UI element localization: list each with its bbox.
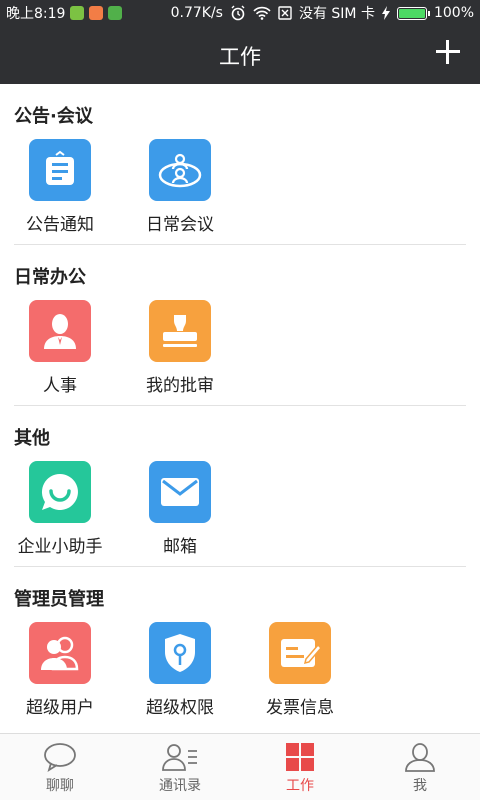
tile-icon-box [269, 622, 331, 684]
mail-icon [161, 478, 199, 506]
tile-my-approvals[interactable]: 我的批审 [120, 300, 240, 396]
invoice-icon [281, 639, 322, 667]
workbench-content: 公告·会议 公告通知 日常会议 日常办公 人事 我的批审 其他 企业小助手 邮箱… [0, 84, 480, 728]
tile-meeting[interactable]: 日常会议 [120, 139, 240, 235]
tile-label: 企业小助手 [17, 537, 103, 557]
section-title: 日常办公 [14, 267, 86, 288]
title-bar: 工作 [0, 26, 480, 84]
tab-label: 通讯录 [159, 778, 201, 794]
person-icon [44, 314, 76, 349]
tile-icon-box [29, 461, 91, 523]
notice-board-icon [46, 150, 74, 185]
tab-me[interactable]: 我 [360, 734, 480, 800]
network-speed: 0.77K/s [170, 5, 223, 21]
tile-label: 公告通知 [26, 215, 94, 235]
tile-label: 超级用户 [26, 698, 94, 718]
tile-invoice-info[interactable]: 发票信息 [240, 622, 360, 718]
tile-icon-box [29, 300, 91, 362]
bottom-nav: 聊聊 通讯录 工作 我 [0, 733, 480, 800]
status-time: 晚上8:19 [6, 6, 66, 22]
section-title: 其他 [14, 428, 50, 449]
notification-app-icon [89, 6, 104, 20]
section-title: 公告·会议 [14, 106, 93, 127]
tile-label: 人事 [43, 376, 77, 396]
contacts-icon [162, 744, 197, 771]
shield-key-icon [165, 634, 195, 672]
no-sim-text: 没有 SIM 卡 [298, 6, 375, 22]
tile-mailbox[interactable]: 邮箱 [120, 461, 240, 557]
meeting-icon [158, 153, 202, 188]
tab-work[interactable]: 工作 [240, 734, 360, 800]
section-announcements-meetings: 公告·会议 公告通知 日常会议 [0, 84, 480, 245]
super-users-icon [41, 636, 79, 671]
tile-icon-box [149, 461, 211, 523]
tile-icon-box [149, 300, 211, 362]
tile-assistant[interactable]: 企业小助手 [0, 461, 120, 557]
notification-app-icon [108, 6, 123, 20]
alarm-icon [231, 5, 245, 21]
tab-chat[interactable]: 聊聊 [0, 734, 120, 800]
tile-notice[interactable]: 公告通知 [0, 139, 120, 235]
section-daily-office: 日常办公 人事 我的批审 [0, 245, 480, 406]
page-title: 工作 [219, 45, 261, 69]
plus-icon[interactable] [434, 38, 462, 66]
stamp-icon [163, 315, 197, 347]
tab-label: 工作 [286, 778, 314, 794]
tile-icon-box [149, 622, 211, 684]
tile-personnel[interactable]: 人事 [0, 300, 120, 396]
grid-icon [286, 743, 314, 771]
no-sim-icon [278, 6, 292, 20]
battery-percent: 100% [433, 5, 474, 21]
tile-label: 我的批审 [146, 376, 214, 396]
tile-icon-box [29, 139, 91, 201]
notification-app-icon [70, 6, 85, 20]
status-bar: 晚上8:19 0.77K/s 没有 SIM 卡 100% [0, 0, 480, 26]
tile-label: 邮箱 [163, 537, 197, 557]
tile-super-permissions[interactable]: 超级权限 [120, 622, 240, 718]
charging-icon [381, 6, 390, 20]
section-title: 管理员管理 [14, 589, 104, 610]
tile-icon-box [149, 139, 211, 201]
tile-label: 日常会议 [146, 215, 214, 235]
tile-icon-box [29, 622, 91, 684]
tile-super-users[interactable]: 超级用户 [0, 622, 120, 718]
section-other: 其他 企业小助手 邮箱 [0, 406, 480, 567]
assistant-chat-icon [41, 473, 78, 510]
section-admin: 管理员管理 超级用户 超级权限 发票信息 [0, 567, 480, 728]
tab-contacts[interactable]: 通讯录 [120, 734, 240, 800]
tab-label: 聊聊 [46, 778, 74, 794]
battery-icon [396, 6, 430, 20]
tile-label: 发票信息 [266, 698, 334, 718]
wifi-icon [253, 6, 271, 20]
tile-label: 超级权限 [146, 698, 214, 718]
user-icon [405, 743, 435, 772]
tab-label: 我 [413, 778, 427, 794]
chat-bubble-icon [44, 743, 76, 772]
